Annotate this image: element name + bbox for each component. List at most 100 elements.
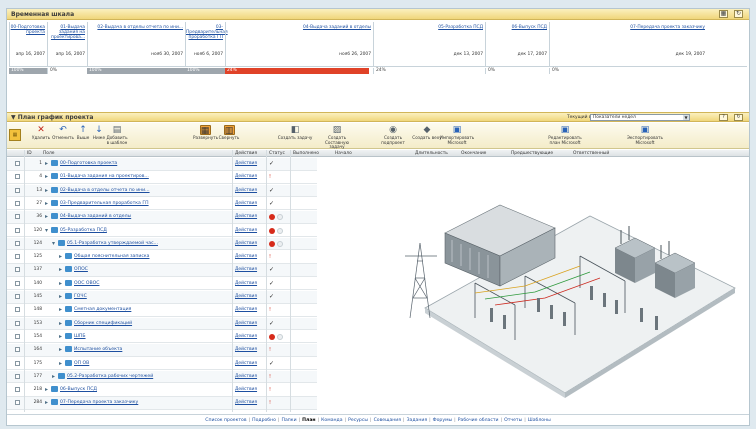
toolbar-button[interactable]: ✕ Удалить — [29, 125, 53, 141]
actions-link[interactable]: Действия — [235, 361, 257, 366]
table-row[interactable]: 145 ▸ ГОЧС Действия ✓ — [7, 291, 317, 304]
actions-link[interactable]: Действия — [235, 347, 257, 352]
actions-link[interactable]: Действия — [235, 334, 257, 339]
toolbar-button[interactable]: ▦ Развернуть — [193, 125, 218, 141]
expand-arrow-icon[interactable]: ▸ — [45, 173, 48, 180]
task-link[interactable]: 07-Передача проекта заказчику — [60, 400, 138, 405]
task-link[interactable]: ООС ОВОС — [74, 281, 100, 286]
actions-link[interactable]: Действия — [235, 201, 257, 206]
toolbar-button[interactable]: ▣ Импортировать Microsoft — [437, 125, 477, 145]
actions-link[interactable]: Действия — [235, 321, 257, 326]
actions-link[interactable]: Действия — [235, 241, 257, 246]
task-link[interactable]: 03-Предварительная проработка ГП — [60, 201, 149, 206]
actions-link[interactable]: Действия — [235, 214, 257, 219]
toolbar-button[interactable]: ◧ Создать задачу — [275, 125, 315, 141]
expand-arrow-icon[interactable]: ▸ — [59, 333, 62, 340]
table-row[interactable]: 175 ▸ ОП ОВ Действия ✓ — [7, 358, 317, 370]
task-link[interactable]: 05.1-Разработка утверждаемой час... — [67, 241, 158, 246]
actions-link[interactable]: Действия — [235, 281, 257, 286]
milestone-link[interactable]: 01-Выдача задания на проектирова... — [48, 25, 85, 40]
task-link[interactable]: 05.2-Разработка рабочих чертежей — [67, 374, 153, 379]
row-checkbox[interactable] — [15, 240, 20, 246]
footer-link[interactable]: Задания — [407, 418, 428, 423]
toolbar-button[interactable]: ▣ Редактировать план Microsoft — [545, 125, 585, 145]
col-start[interactable]: Начало — [335, 151, 352, 156]
help-icon[interactable]: ? — [719, 114, 728, 121]
row-checkbox[interactable] — [15, 187, 20, 193]
table-row[interactable]: 36 ▸ 04-Выдача заданий в отделы Действия — [7, 211, 317, 224]
expand-arrow-icon[interactable]: ▸ — [45, 386, 48, 393]
row-checkbox[interactable] — [15, 347, 20, 353]
actions-link[interactable]: Действия — [235, 374, 257, 379]
collapse-arrow-icon[interactable]: ▾ — [45, 227, 48, 234]
table-row[interactable]: 124 ▾ 05.1-Разработка утверждаемой час... Д… — [7, 237, 317, 251]
table-row[interactable]: 177 ▸ 05.2-Разработка рабочих чертежей Дейс… — [7, 370, 317, 384]
row-checkbox[interactable] — [15, 307, 20, 313]
milestone-link[interactable]: 05-Разработка ПСД — [374, 25, 483, 30]
milestone-link[interactable]: 03-Предварительная проработка ГП — [186, 25, 228, 40]
expand-arrow-icon[interactable]: ▸ — [45, 200, 48, 207]
expand-arrow-icon[interactable]: ▸ — [45, 213, 48, 220]
task-link[interactable]: Сметная документация — [74, 307, 131, 312]
footer-link[interactable]: Ресурсы — [348, 418, 368, 423]
table-row[interactable]: 13 ▸ 02-Выдача в отделы отчета по ини... Де… — [7, 184, 317, 198]
actions-link[interactable]: Действия — [235, 254, 257, 259]
toolbar-button[interactable]: ▥ Свернуть — [217, 125, 241, 141]
footer-link[interactable]: Подробно — [252, 418, 276, 423]
row-checkbox[interactable] — [15, 214, 20, 220]
expand-arrow-icon[interactable]: ▸ — [59, 266, 62, 273]
task-link[interactable]: ОПОС — [74, 267, 88, 272]
toolbar-button[interactable]: ▣ Экспортировать Microsoft — [625, 125, 665, 145]
row-checkbox[interactable] — [15, 333, 20, 339]
plan-title[interactable]: ▼ План график проекта — [11, 114, 93, 121]
task-link[interactable]: Испытание объекта — [74, 347, 122, 352]
task-link[interactable]: 05-Разработка ПСД — [60, 228, 107, 233]
current-view-select[interactable]: Показатели недел ▼ — [590, 114, 690, 121]
actions-link[interactable]: Действия — [235, 400, 257, 405]
footer-link[interactable]: Команда — [321, 418, 342, 423]
expand-arrow-icon[interactable]: ▸ — [45, 160, 48, 167]
actions-link[interactable]: Действия — [235, 228, 257, 233]
footer-link[interactable]: Форумы — [433, 418, 453, 423]
expand-arrow-icon[interactable]: ▸ — [59, 320, 62, 327]
footer-link[interactable]: Шаблоны — [528, 418, 551, 423]
actions-link[interactable]: Действия — [235, 174, 257, 179]
row-checkbox[interactable] — [15, 320, 20, 326]
task-link[interactable]: Общая пояснительная записка — [74, 254, 149, 259]
milestone-link[interactable]: 04-Выдача заданий в отделы — [226, 25, 371, 30]
expand-arrow-icon[interactable]: ▸ — [59, 360, 62, 367]
task-link[interactable]: 06-Выпуск ПСД — [60, 387, 97, 392]
expand-arrow-icon[interactable]: ▸ — [59, 253, 62, 260]
refresh-plan-icon[interactable]: ↻ — [734, 114, 743, 121]
expand-arrow-icon[interactable]: ▸ — [59, 280, 62, 287]
row-checkbox[interactable] — [15, 267, 20, 273]
table-row[interactable]: 154 ▸ ШПБ Действия — [7, 331, 317, 344]
col-done[interactable]: Выполнено — [293, 151, 319, 156]
table-row[interactable]: 148 ▸ Сметная документация Действия! — [7, 304, 317, 317]
save-icon[interactable]: ▦ — [719, 10, 728, 18]
row-checkbox[interactable] — [15, 280, 20, 286]
row-checkbox[interactable] — [15, 254, 20, 260]
task-link[interactable]: Сборник спецификаций — [74, 321, 132, 326]
table-row[interactable]: 140 ▸ ООС ОВОС Действия ✓ — [7, 278, 317, 291]
col-responsible[interactable]: Ответственный — [573, 151, 609, 156]
row-checkbox[interactable] — [15, 161, 20, 166]
milestone-link[interactable]: 02-Выдача в отделы отчета по ини... — [88, 25, 183, 30]
actions-link[interactable]: Действия — [235, 294, 257, 299]
task-link[interactable]: 02-Выдача в отделы отчета по ини... — [60, 188, 150, 193]
task-link[interactable]: 00-Подготовка проекта — [60, 161, 117, 166]
col-status[interactable]: Статус — [269, 151, 285, 156]
row-checkbox[interactable] — [15, 400, 20, 406]
table-row[interactable]: 1 ▸ 00-Подготовка проекта Действия ✓ — [7, 158, 317, 171]
expand-arrow-icon[interactable]: ▸ — [45, 399, 48, 406]
footer-link[interactable]: Список проектов — [205, 418, 246, 423]
task-link[interactable]: ГОЧС — [74, 294, 87, 299]
footer-link[interactable]: Совещания — [374, 418, 401, 423]
table-row[interactable]: 27 ▸ 03-Предварительная проработка ГП Дейст… — [7, 198, 317, 211]
expand-arrow-icon[interactable]: ▸ — [45, 187, 48, 194]
row-checkbox[interactable] — [15, 387, 20, 393]
gantt-icon[interactable]: ▦ — [9, 129, 21, 141]
expand-arrow-icon[interactable]: ▸ — [59, 306, 62, 313]
task-link[interactable]: ШПБ — [74, 334, 86, 339]
footer-link[interactable]: Рабочие области — [458, 418, 499, 423]
